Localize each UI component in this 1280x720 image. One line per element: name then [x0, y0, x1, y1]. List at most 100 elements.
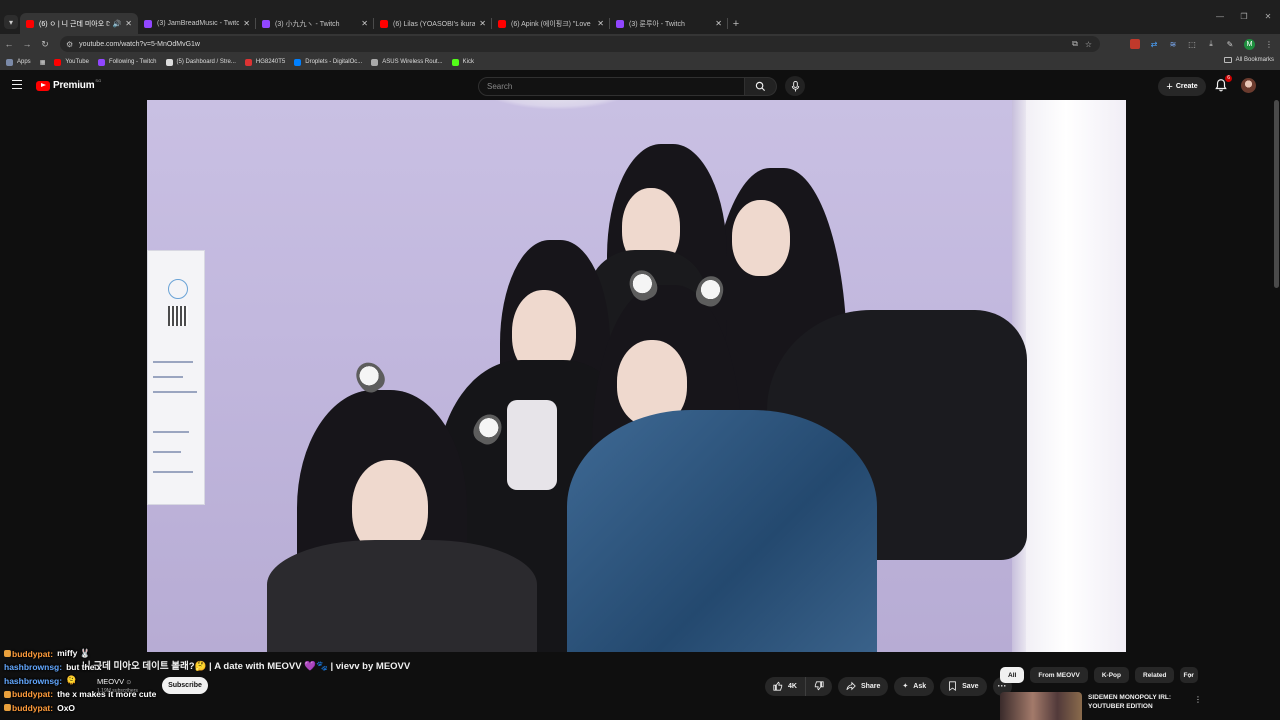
new-tab-icon[interactable]: +	[728, 13, 744, 34]
tab-title: (6) Lilas (YOASOBI's ikura)ロキ	[393, 20, 476, 28]
tab-favicon-icon	[26, 19, 34, 28]
dislike-button[interactable]	[806, 677, 832, 696]
bookmark-item[interactable]: HG8240T5	[244, 58, 286, 66]
browser-tab[interactable]: (3) 小九九ヽ - Twitch ✕	[256, 13, 374, 34]
restore-icon[interactable]: ❐	[1232, 12, 1256, 21]
close-tab-icon[interactable]: ✕	[479, 19, 486, 28]
filter-chip[interactable]: All	[1000, 667, 1025, 683]
bookmark-label: Kick	[462, 59, 474, 65]
browser-tab-strip: ▾ (6) ㅇ | 니 근데 미아오 데이🔊✕(3) JamBreadMusic…	[0, 0, 1280, 34]
logo-text: Premium	[53, 80, 95, 91]
bookmark-item[interactable]: ASUS Wireless Rout...	[371, 58, 443, 66]
bookmark-favicon-icon	[371, 58, 379, 66]
like-button[interactable]: 4K	[765, 676, 806, 696]
browser-menu-icon[interactable]: ⋮	[1264, 39, 1274, 49]
bookmark-item[interactable]: Kick	[451, 58, 474, 66]
chat-text: the x makes it more cute	[57, 689, 157, 700]
notifications-button[interactable]: 6	[1214, 75, 1232, 92]
recommended-menu-icon[interactable]: ⋮	[1194, 695, 1202, 704]
all-bookmarks-button[interactable]: All Bookmarks	[1223, 57, 1274, 63]
create-button[interactable]: + Create	[1158, 77, 1206, 96]
chat-overlay: buddypat: miffy 🐰 hashbrownsg: but the x has…	[4, 647, 264, 715]
chat-username[interactable]: hashbrownsg:	[4, 676, 62, 686]
close-tab-icon[interactable]: ✕	[125, 19, 132, 28]
browser-tab[interactable]: (6) ㅇ | 니 근데 미아오 데이🔊✕	[20, 13, 138, 34]
save-button[interactable]: Save	[940, 676, 987, 696]
browser-tab[interactable]: (6) Lilas (YOASOBI's ikura)ロキ✕	[374, 13, 492, 34]
bookmark-label: Droplets - DigitalOc...	[305, 59, 363, 65]
chat-username[interactable]: buddypat:	[12, 649, 53, 659]
download-icon[interactable]: ⤓	[1206, 39, 1216, 49]
bookmark-favicon-icon	[451, 58, 459, 66]
youtube-premium-logo[interactable]: Premium SG	[36, 78, 102, 91]
chat-username[interactable]: hashbrownsg:	[4, 662, 62, 672]
recommended-video[interactable]: SIDEMEN MONOPOLY IRL: YOUTUBER EDITION ⋮	[1000, 692, 1202, 720]
filter-chip[interactable]: K-Pop	[1093, 667, 1129, 683]
recommended-thumbnail[interactable]	[1000, 692, 1082, 720]
country-code: SG	[95, 78, 102, 83]
tab-list: (6) ㅇ | 니 근데 미아오 데이🔊✕(3) JamBreadMusic -…	[20, 13, 744, 34]
chat-text: 🫠	[66, 675, 77, 686]
browser-tab[interactable]: (3) JamBreadMusic - Twitch ✕	[138, 13, 256, 34]
notification-badge: 6	[1225, 75, 1232, 82]
chat-username[interactable]: buddypat:	[12, 689, 53, 699]
share-button[interactable]: Share	[837, 676, 889, 696]
save-label: Save	[962, 682, 979, 690]
folder-icon	[1223, 57, 1232, 63]
bookmark-item[interactable]: Following - Twitch	[97, 58, 157, 66]
chevron-right-icon[interactable]: ›	[1184, 667, 1196, 683]
browser-tab[interactable]: (6) Apink (에이핑크) "Love Me ✕	[492, 13, 610, 34]
chat-username[interactable]: buddypat:	[12, 703, 53, 713]
ask-button[interactable]: ✦ Ask	[894, 676, 935, 696]
browser-toolbar: ← → ↻ ⚙ youtube.com/watch?v=5-MnOdMvG1w …	[0, 34, 1280, 54]
filter-chip[interactable]: Related	[1135, 667, 1175, 683]
close-tab-icon[interactable]: ✕	[715, 19, 722, 28]
site-info-icon[interactable]: ⚙	[66, 40, 73, 49]
ask-label: Ask	[913, 682, 927, 690]
bookmark-favicon-icon	[165, 58, 173, 66]
extension-wave-icon[interactable]: ≋	[1168, 39, 1178, 49]
bookmark-item[interactable]: (5) Dashboard / Stre...	[165, 58, 236, 66]
url-text: youtube.com/watch?v=5-MnOdMvG1w	[79, 40, 200, 48]
close-window-icon[interactable]: ✕	[1256, 12, 1280, 21]
profile-avatar[interactable]: M	[1244, 38, 1255, 50]
search-button[interactable]	[745, 77, 777, 96]
recommended-title[interactable]: SIDEMEN MONOPOLY IRL: YOUTUBER EDITION	[1088, 693, 1171, 711]
bookmark-item[interactable]: YouTube	[54, 58, 89, 66]
close-tab-icon[interactable]: ✕	[361, 19, 368, 28]
minimize-icon[interactable]: —	[1208, 12, 1232, 21]
search-input[interactable]: Search	[478, 77, 745, 96]
tab-favicon-icon	[380, 19, 388, 28]
sparkle-icon: ✦	[902, 683, 909, 690]
back-icon[interactable]: ←	[0, 39, 18, 49]
chat-message: hashbrownsg: 🫠	[4, 674, 264, 688]
edit-icon[interactable]: ✎	[1225, 39, 1235, 49]
audio-playing-icon[interactable]: 🔊	[113, 20, 122, 28]
reload-icon[interactable]: ↻	[36, 39, 54, 50]
window-controls: — ❐ ✕	[1208, 12, 1280, 21]
all-bookmarks-label: All Bookmarks	[1235, 57, 1274, 63]
install-app-icon[interactable]: ⧉	[1072, 39, 1078, 49]
bookmark-label: HG8240T5	[255, 59, 286, 65]
filter-chip[interactable]: From MEOVV	[1030, 667, 1088, 683]
close-tab-icon[interactable]: ✕	[243, 19, 250, 28]
forward-icon[interactable]: →	[18, 39, 36, 49]
bookmark-item[interactable]: Apps	[6, 58, 31, 66]
guide-menu-icon[interactable]	[12, 80, 22, 89]
video-player[interactable]	[147, 100, 1126, 652]
voice-search-button[interactable]	[785, 76, 805, 96]
extension-translate-icon[interactable]: ⇄	[1149, 39, 1159, 49]
browser-tab[interactable]: (3) 룬루아 - Twitch ✕	[610, 13, 728, 34]
chat-message: buddypat: the x makes it more cute	[4, 688, 264, 702]
address-bar[interactable]: ⚙ youtube.com/watch?v=5-MnOdMvG1w ⧉ ☆	[60, 36, 1100, 52]
bookmark-star-icon[interactable]: ☆	[1085, 40, 1092, 49]
video-curtain	[1026, 100, 1126, 652]
extensions-puzzle-icon[interactable]: ⬚	[1187, 39, 1197, 49]
account-avatar[interactable]	[1241, 78, 1256, 93]
page-scrollbar[interactable]	[1274, 100, 1279, 288]
bookmark-item[interactable]: Droplets - DigitalOc...	[294, 58, 363, 66]
extension-icon[interactable]	[1130, 39, 1140, 49]
tab-groups-icon[interactable]: ▦	[40, 59, 46, 66]
close-tab-icon[interactable]: ✕	[597, 19, 604, 28]
tab-search-button[interactable]: ▾	[4, 15, 18, 29]
